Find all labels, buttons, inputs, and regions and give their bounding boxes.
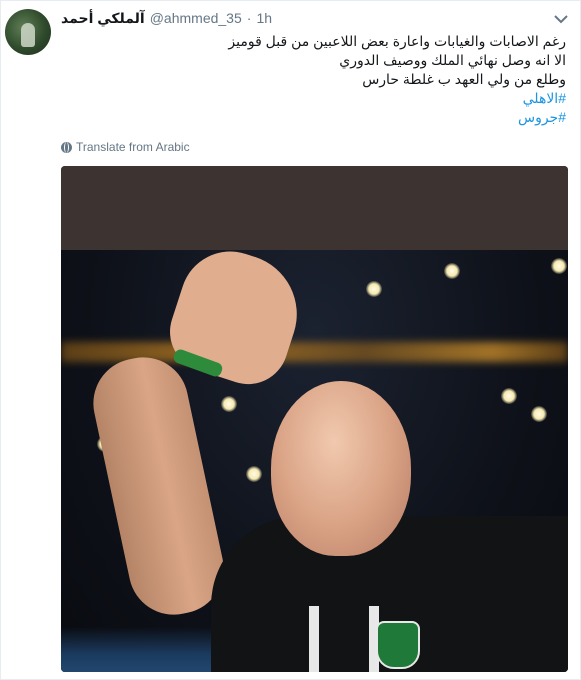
tweet-photo[interactable]: [61, 166, 568, 672]
translate-link[interactable]: Translate from Arabic: [61, 139, 190, 155]
timestamp[interactable]: 1h: [256, 10, 272, 26]
display-name[interactable]: آلملكي أحمد: [61, 10, 145, 27]
tweet-text: رغم الاصابات والغيابات واعارة بعض اللاعب…: [106, 32, 566, 127]
stadium-light: [551, 258, 567, 274]
bald-head: [271, 381, 411, 556]
avatar-figure: [21, 23, 35, 47]
stadium-light: [221, 396, 237, 412]
club-crest: [376, 621, 420, 669]
stadium-light: [501, 388, 517, 404]
separator-dot: ·: [246, 10, 252, 26]
chevron-down-icon[interactable]: [554, 13, 570, 25]
stadium-light: [444, 263, 460, 279]
translate-label: Translate from Arabic: [76, 140, 190, 154]
tweet-text-line: وطلع من ولي العهد ب غلطة حارس: [362, 71, 566, 87]
stadium-light: [531, 406, 547, 422]
screen-name[interactable]: @ahmmed_35: [150, 10, 242, 26]
tweet-card[interactable]: آلملكي أحمد @ahmmed_35 · 1h رغم الاصابات…: [0, 0, 581, 680]
globe-icon: [61, 141, 72, 153]
avatar[interactable]: [5, 9, 51, 55]
tweet-header: آلملكي أحمد @ahmmed_35 · 1h: [61, 10, 272, 30]
photo-top-band: [61, 166, 568, 250]
tweet-text-line: رغم الاصابات والغيابات واعارة بعض اللاعب…: [228, 33, 566, 49]
hashtag-link[interactable]: #الاهلي: [106, 89, 566, 108]
stadium-light: [366, 281, 382, 297]
hashtag-link[interactable]: #جروس: [106, 108, 566, 127]
shirt-collar: [309, 606, 379, 672]
stadium-light: [246, 466, 262, 482]
tweet-text-line: الا انه وصل نهائي الملك ووصيف الدوري: [339, 52, 566, 68]
